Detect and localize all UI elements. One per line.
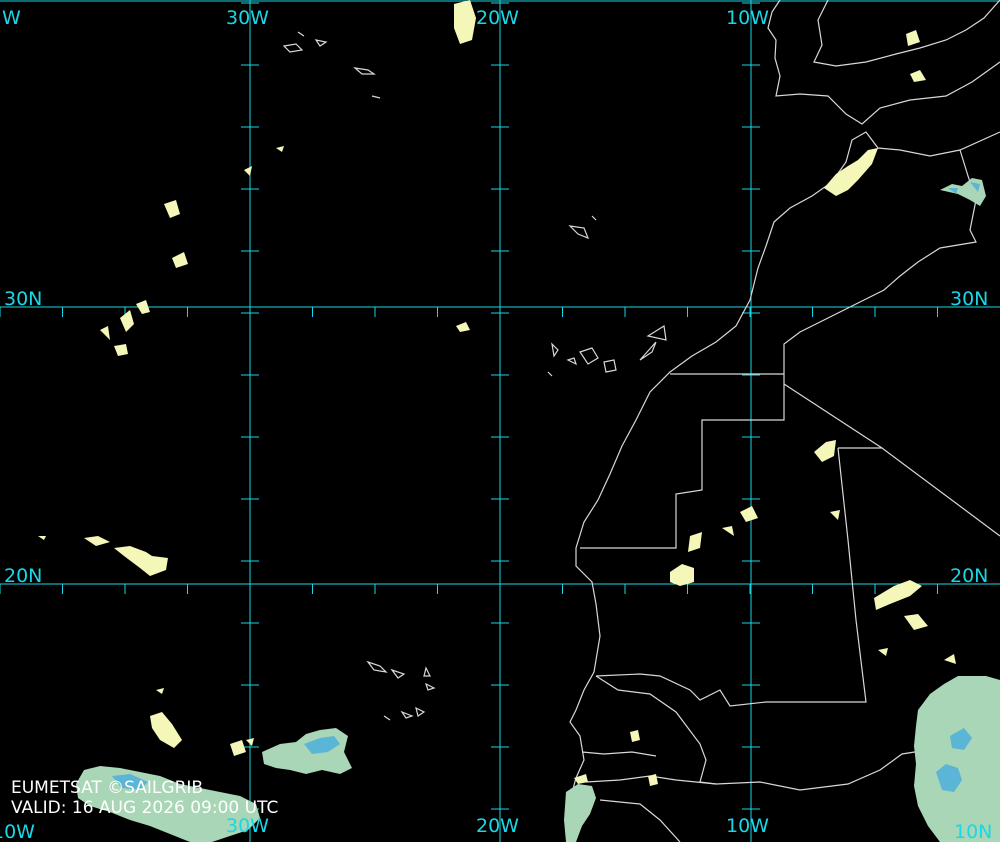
- lon-label-bottom: 20W: [476, 815, 519, 837]
- lon-label-top: 20W: [476, 7, 519, 29]
- lon-label-bottom: 10W: [0, 821, 35, 842]
- credit-source: EUMETSAT ©SAILGRIB: [11, 778, 204, 798]
- lon-label-bottom: 30W: [226, 815, 269, 837]
- satellite-cloud-map: W 30W 20W 10W 10W 30W 20W 10W 10N 30N 20…: [0, 0, 1000, 842]
- lon-label-top: 10W: [726, 7, 769, 29]
- lat-label-left: 20N: [4, 565, 42, 587]
- lat-label-right: 30N: [950, 288, 988, 310]
- cloud-patch: [914, 676, 1000, 842]
- lat-label-left: 30N: [4, 288, 42, 310]
- lon-label-bottom: 10W: [726, 815, 769, 837]
- lon-label-top: 30W: [226, 7, 269, 29]
- lat-label-right: 20N: [950, 565, 988, 587]
- credit-valid-time: VALID: 16 AUG 2026 09:00 UTC: [11, 798, 279, 818]
- lon-label-top: W: [2, 7, 21, 29]
- lon-label-bottom: 10N: [954, 821, 992, 842]
